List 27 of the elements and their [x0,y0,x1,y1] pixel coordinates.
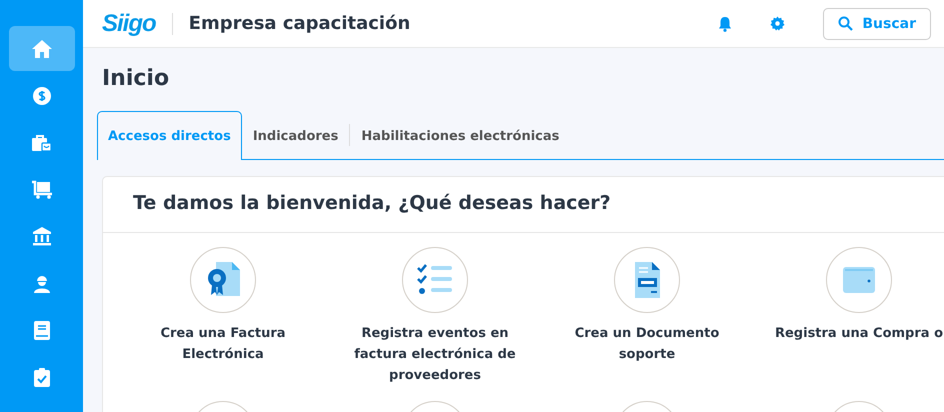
page-title: Inicio [102,66,170,93]
tab[interactable]: Habilitaciones electrónicas [350,111,570,160]
bell-icon[interactable] [718,16,732,32]
briefcase-icon [31,134,52,152]
book-icon [34,321,50,340]
bank-icon [32,227,52,246]
shortcut-button[interactable] [614,247,680,313]
shortcut-label[interactable]: Registra eventos en factura electrónica de proveedores [340,323,530,386]
cart-icon [30,180,52,199]
shortcut-button[interactable] [402,247,468,313]
worker-icon [32,274,50,293]
checklist-icon [416,263,454,297]
company-name: Empresa capacitación [188,13,410,34]
sidebar-item[interactable] [8,26,74,71]
home-icon [30,38,52,58]
shortcut-button[interactable] [190,247,256,313]
card-title: Te damos la bienvenida, ¿Qué deseas hacer? [103,177,944,233]
wallet-icon [841,265,877,295]
settings-icon[interactable] [770,16,786,31]
search-icon [838,16,854,31]
shortcut-label[interactable]: Registra una Compra o [774,323,944,344]
shortcut-label[interactable]: Crea una Factura Electrónica [128,323,318,365]
clipboard-icon [34,368,50,387]
tab[interactable]: Indicadores [242,111,350,160]
dollar-icon [32,86,50,104]
document-icon [632,260,662,300]
shortcut-label[interactable]: Crea un Documento soporte [552,323,742,365]
